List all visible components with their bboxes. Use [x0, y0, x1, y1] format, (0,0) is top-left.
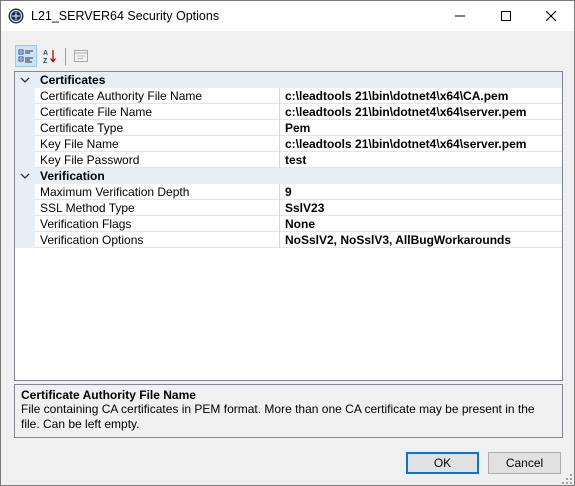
close-button[interactable] — [528, 1, 574, 31]
toolbar-separator — [65, 48, 66, 65]
ok-button[interactable]: OK — [406, 452, 479, 474]
grid-line — [35, 167, 562, 168]
property-value[interactable]: c:\leadtools 21\bin\dotnet4\x64\CA.pem — [285, 89, 508, 103]
property-name: Verification Flags — [40, 217, 132, 231]
property-row[interactable]: Key File Password test — [15, 152, 562, 168]
svg-text:Z: Z — [43, 58, 48, 64]
title-bar[interactable]: L21_SERVER64 Security Options — [1, 1, 574, 31]
property-value[interactable]: 9 — [285, 185, 292, 199]
categorized-view-button[interactable] — [15, 45, 37, 67]
property-value[interactable]: None — [285, 217, 315, 231]
minimize-icon — [455, 15, 465, 17]
maximize-icon — [501, 11, 511, 21]
svg-text:A: A — [43, 50, 48, 57]
column-divider[interactable] — [279, 184, 280, 248]
description-title: Certificate Authority File Name — [21, 388, 196, 402]
cancel-button[interactable]: Cancel — [488, 452, 561, 474]
category-label: Certificates — [40, 73, 106, 87]
grid-line — [35, 151, 562, 152]
grid-line — [35, 199, 562, 200]
property-row[interactable]: Verification Flags None — [15, 216, 562, 232]
property-value[interactable]: SslV23 — [285, 201, 324, 215]
category-verification[interactable]: Verification — [15, 168, 562, 184]
grid-line — [35, 135, 562, 136]
property-name: Certificate Authority File Name — [40, 89, 203, 103]
property-row[interactable]: Key File Name c:\leadtools 21\bin\dotnet… — [15, 136, 562, 152]
grid-line — [35, 119, 562, 120]
minimize-button[interactable] — [437, 1, 483, 31]
property-grid-toolbar: A Z — [13, 45, 103, 69]
description-text: File containing CA certificates in PEM f… — [21, 402, 535, 431]
chevron-down-icon[interactable] — [20, 75, 30, 85]
category-label: Verification — [40, 169, 105, 183]
property-row[interactable]: Verification Options NoSslV2, NoSslV3, A… — [15, 232, 562, 248]
property-value[interactable]: c:\leadtools 21\bin\dotnet4\x64\server.p… — [285, 137, 526, 151]
chevron-down-icon[interactable] — [20, 171, 30, 181]
maximize-button[interactable] — [483, 1, 529, 31]
property-row[interactable]: SSL Method Type SslV23 — [15, 200, 562, 216]
property-pages-button[interactable] — [70, 45, 92, 67]
property-value[interactable]: NoSslV2, NoSslV3, AllBugWorkarounds — [285, 233, 511, 247]
column-divider[interactable] — [279, 88, 280, 168]
property-name: Key File Name — [40, 137, 119, 151]
grid-line — [35, 247, 562, 248]
property-name: Certificate File Name — [40, 105, 153, 119]
property-row[interactable]: Certificate Authority File Name c:\leadt… — [15, 88, 562, 104]
property-name: Key File Password — [40, 153, 140, 167]
window-title: L21_SERVER64 Security Options — [31, 9, 220, 23]
property-value[interactable]: c:\leadtools 21\bin\dotnet4\x64\server.p… — [285, 105, 526, 119]
property-row[interactable]: Certificate File Name c:\leadtools 21\bi… — [15, 104, 562, 120]
grid-line — [35, 231, 562, 232]
alphabetical-view-button[interactable]: A Z — [39, 45, 61, 67]
lead-logo-icon — [8, 8, 24, 24]
security-options-dialog: L21_SERVER64 Security Options A Z Certif… — [0, 0, 575, 486]
property-row[interactable]: Maximum Verification Depth 9 — [15, 184, 562, 200]
property-row[interactable]: Certificate Type Pem — [15, 120, 562, 136]
property-name: Certificate Type — [40, 121, 124, 135]
sort-az-icon: A Z — [43, 50, 56, 64]
close-icon — [546, 11, 556, 21]
resize-grip-icon[interactable] — [561, 473, 573, 485]
property-value[interactable]: test — [285, 153, 306, 167]
description-panel: Certificate Authority File Name File con… — [14, 384, 563, 438]
property-value[interactable]: Pem — [285, 121, 310, 135]
categorized-icon — [18, 49, 33, 63]
grid-line — [35, 215, 562, 216]
property-name: Maximum Verification Depth — [40, 185, 190, 199]
grid-line — [35, 103, 562, 104]
property-pages-icon — [74, 50, 88, 62]
property-grid[interactable]: Certificates Certificate Authority File … — [14, 71, 563, 381]
property-name: SSL Method Type — [40, 201, 135, 215]
property-name: Verification Options — [40, 233, 144, 247]
category-certificates[interactable]: Certificates — [15, 72, 562, 88]
